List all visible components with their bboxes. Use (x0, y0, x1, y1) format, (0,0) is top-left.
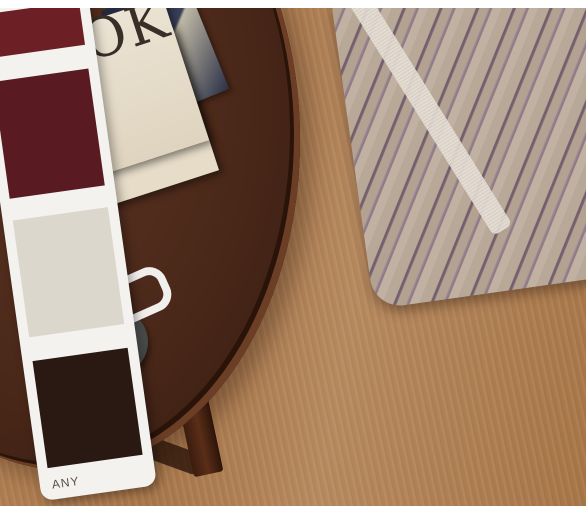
swatch-espresso (32, 347, 143, 469)
interior-photo: OOK ANY (0, 0, 586, 506)
swatch-label: ANY (50, 473, 81, 492)
swatch-crimson (0, 1, 86, 59)
swatch-cream (12, 207, 125, 338)
top-border (0, 0, 586, 8)
swatch-burgundy (0, 68, 105, 199)
